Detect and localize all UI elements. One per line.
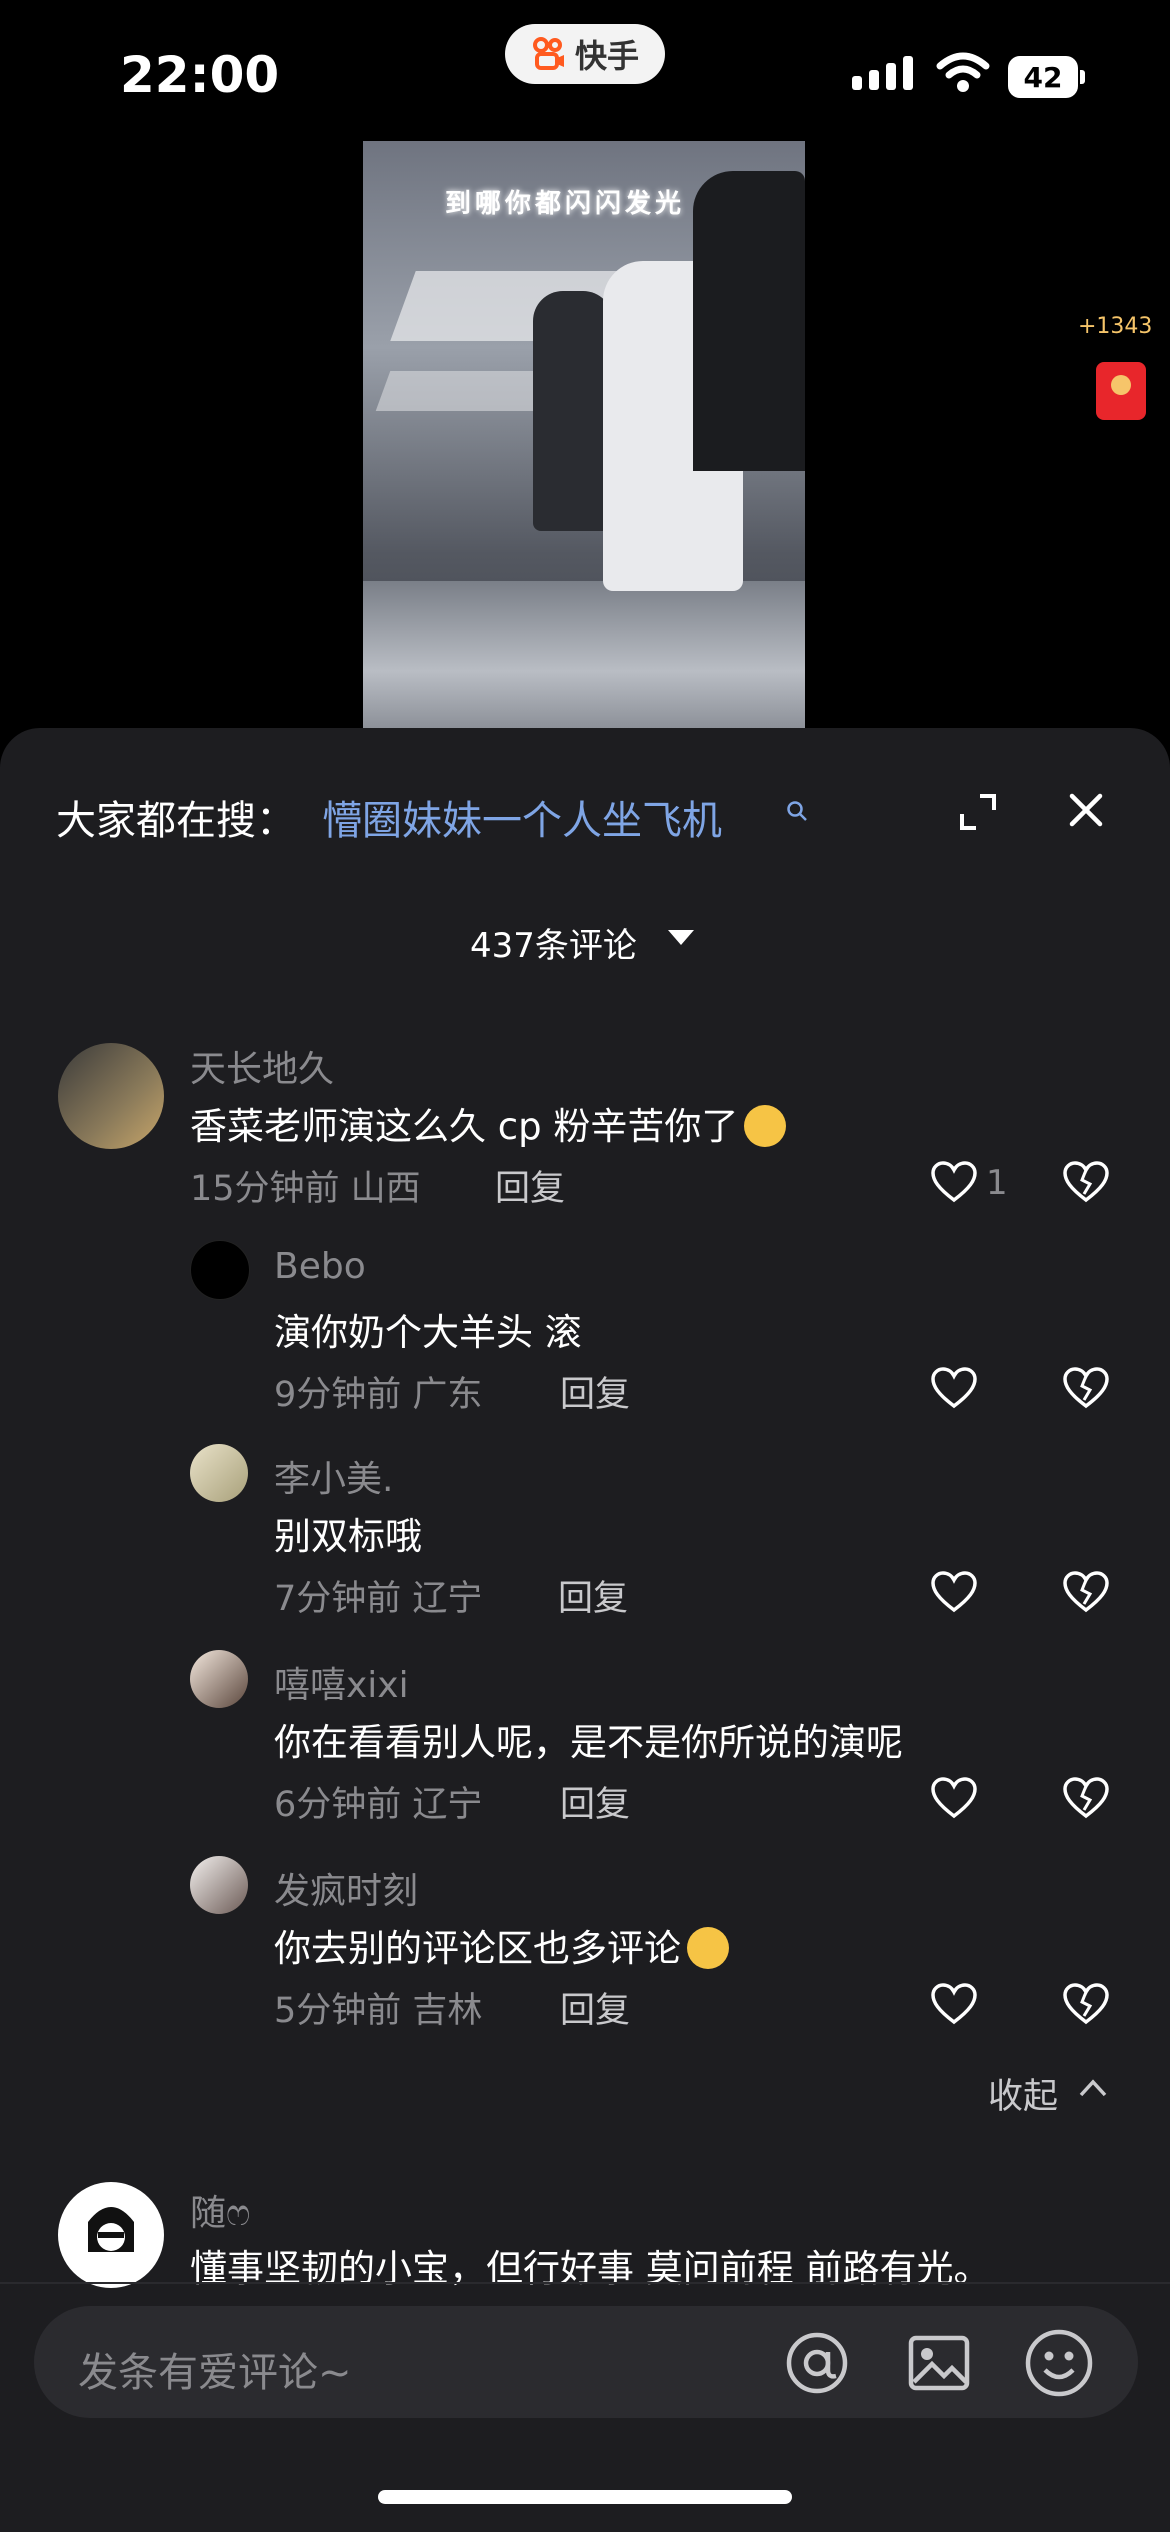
reward-count: +1343: [1078, 314, 1153, 339]
avatar-drawing: [88, 2207, 134, 2252]
heart-icon[interactable]: [930, 1982, 978, 2026]
comment-username[interactable]: 嘻嘻xixi: [274, 1656, 409, 1708]
heart-icon[interactable]: [930, 1366, 978, 1410]
red-envelope-icon[interactable]: [1096, 362, 1146, 420]
dislike-heart-icon[interactable]: [1062, 1160, 1110, 1204]
battery-level: 42: [1008, 56, 1078, 98]
avatar[interactable]: [190, 1856, 248, 1914]
video-overlay-text: 到哪你都闪闪发光: [445, 189, 686, 219]
expand-icon[interactable]: [958, 792, 998, 832]
avatar[interactable]: [190, 1444, 248, 1502]
home-indicator[interactable]: [378, 2490, 792, 2504]
cellular-signal-icon: [852, 56, 913, 90]
trending-search-link[interactable]: 懵圈妹妹一个人坐飞机: [322, 788, 722, 846]
comment-text: 香菜老师演这么久 cp 粉辛苦你了: [190, 1096, 787, 1150]
comment-text: 你在看看别人呢，是不是你所说的演呢: [274, 1721, 903, 1764]
sort-caret-icon[interactable]: [668, 930, 694, 945]
reply-button[interactable]: 回复: [495, 1160, 565, 1211]
dislike-heart-icon[interactable]: [1062, 1776, 1110, 1820]
video-player[interactable]: 到哪你都闪闪发光: [363, 141, 805, 731]
dislike-heart-icon[interactable]: [1062, 1570, 1110, 1614]
app-name: 快手: [574, 37, 639, 75]
chevron-up-icon[interactable]: [1078, 2076, 1108, 2100]
battery-icon: 42: [1008, 56, 1086, 98]
at-mention-icon[interactable]: [784, 2330, 850, 2396]
close-icon[interactable]: [1066, 790, 1106, 830]
reply-button[interactable]: 回复: [560, 1776, 630, 1827]
image-icon[interactable]: [906, 2330, 972, 2396]
dislike-heart-icon[interactable]: [1062, 1982, 1110, 2026]
comment-meta: 6分钟前 辽宁: [274, 1785, 483, 1825]
reply-button[interactable]: 回复: [558, 1570, 628, 1621]
comment-text: 别双标哦: [274, 1515, 422, 1558]
comment-meta: 7分钟前 辽宁: [274, 1579, 483, 1619]
reply-button[interactable]: 回复: [560, 1982, 630, 2033]
shushing-emoji-icon: [687, 1927, 729, 1969]
comment-count[interactable]: 437条评论: [470, 918, 637, 967]
status-time: 22:00: [120, 46, 280, 104]
comment-text: 你去别的评论区也多评论: [274, 1918, 729, 1972]
comment-meta: 15分钟前 山西: [190, 1169, 421, 1209]
wifi-icon: [936, 52, 990, 92]
input-divider: [0, 2282, 1170, 2284]
comment-meta: 5分钟前 吉林: [274, 1991, 483, 2031]
like-count: 1: [986, 1163, 1008, 1203]
comment-username[interactable]: 发疯时刻: [274, 1862, 418, 1914]
search-prefix: 大家都在搜：: [56, 798, 296, 844]
comment-text: 演你奶个大羊头 滚: [274, 1311, 582, 1354]
smug-emoji-icon: [744, 1105, 787, 1147]
search-icon: [787, 801, 807, 821]
comment-meta: 9分钟前 广东: [274, 1375, 483, 1415]
avatar[interactable]: [190, 1240, 250, 1300]
kuaishou-logo-icon: [532, 37, 564, 70]
heart-icon[interactable]: [930, 1776, 978, 1820]
avatar[interactable]: [190, 1650, 248, 1708]
comment-username[interactable]: 李小美.: [274, 1450, 393, 1502]
heart-icon[interactable]: [930, 1570, 978, 1614]
comment-username[interactable]: 天长地久: [190, 1040, 334, 1092]
emoji-icon[interactable]: [1024, 2328, 1094, 2398]
reply-button[interactable]: 回复: [560, 1366, 630, 1417]
dislike-heart-icon[interactable]: [1062, 1366, 1110, 1410]
comment-username[interactable]: Bebo: [274, 1246, 366, 1287]
avatar[interactable]: [58, 1043, 164, 1149]
avatar[interactable]: [58, 2182, 164, 2288]
heart-icon[interactable]: [930, 1160, 978, 1204]
comment-username[interactable]: 随ෆ: [190, 2184, 250, 2236]
comment-input-placeholder: 发条有爱评论~: [78, 2350, 352, 2396]
collapse-replies-button[interactable]: 收起: [988, 2068, 1058, 2119]
app-badge[interactable]: 快手: [505, 24, 665, 84]
